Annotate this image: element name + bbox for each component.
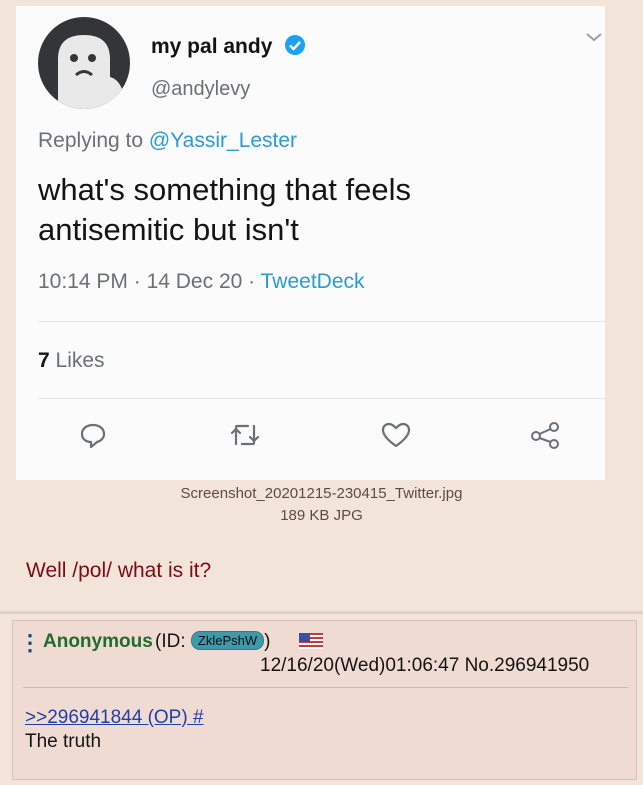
reply-post: ⋮ Anonymous (ID: ZklePshW) 12/16/20(Wed)… — [12, 620, 637, 780]
divider — [23, 687, 628, 688]
tweet-text: what's something that feels antisemitic … — [38, 170, 578, 250]
poster-id: (ID: ZklePshW) — [155, 631, 270, 653]
replying-prefix: Replying to — [38, 129, 144, 152]
tweet-date[interactable]: 14 Dec 20 — [147, 270, 243, 293]
tweet-time[interactable]: 10:14 PM — [38, 270, 128, 293]
retweet-icon[interactable] — [228, 420, 262, 450]
post-datetime-and-number[interactable]: 12/16/20(Wed)01:06:47 No.296941950 — [260, 655, 589, 677]
tweet-text-line2: antisemitic but isn't — [38, 212, 299, 247]
id-suffix: ) — [264, 631, 271, 652]
meta-dot: · — [248, 270, 256, 293]
op-comment: Well /pol/ what is it? — [26, 559, 212, 582]
file-size: 189 KB JPG — [280, 507, 363, 524]
tweet-source-link[interactable]: TweetDeck — [261, 270, 365, 293]
tweet-text-line1: what's something that feels — [38, 172, 411, 207]
file-info: Screenshot_20201215-230415_Twitter.jpg 1… — [0, 483, 643, 527]
tweet-meta: 10:14 PM · 14 Dec 20 · TweetDeck — [38, 270, 365, 294]
replying-to: Replying to @Yassir_Lester — [38, 129, 297, 153]
likes-stat[interactable]: 7 Likes — [38, 349, 105, 373]
post-menu-icon[interactable]: ⋮ — [19, 630, 41, 656]
ghost-icon — [58, 35, 126, 109]
reply-comment: The truth — [25, 731, 102, 752]
file-name-link[interactable]: Screenshot_20201215-230415_Twitter.jpg — [0, 483, 643, 505]
poster-id-badge[interactable]: ZklePshW — [190, 631, 265, 650]
likes-count: 7 — [38, 349, 50, 372]
meta-dot: · — [133, 270, 141, 293]
display-name-text[interactable]: my pal andy — [151, 35, 272, 58]
reply-icon[interactable] — [78, 420, 108, 450]
verified-badge-icon — [285, 35, 306, 55]
avatar[interactable] — [38, 17, 130, 109]
handle[interactable]: @andylevy — [151, 78, 250, 101]
id-prefix: (ID: — [155, 631, 186, 652]
divider — [38, 321, 605, 322]
like-icon[interactable] — [380, 420, 412, 450]
share-icon[interactable] — [529, 420, 561, 450]
display-name[interactable]: my pal andy — [151, 34, 306, 59]
divider — [38, 398, 605, 399]
op-post: my pal andy @andylevy Replying to @Yassi… — [0, 0, 643, 610]
replying-mention-link[interactable]: @Yassir_Lester — [149, 129, 297, 152]
poster-name: Anonymous — [43, 631, 153, 652]
quote-link[interactable]: >>296941844 (OP) # — [25, 707, 204, 729]
post-separator — [0, 611, 643, 614]
us-flag-icon — [299, 633, 323, 649]
tweet-screenshot[interactable]: my pal andy @andylevy Replying to @Yassi… — [16, 6, 605, 480]
chevron-down-icon[interactable] — [584, 30, 604, 44]
likes-label: Likes — [55, 349, 105, 372]
